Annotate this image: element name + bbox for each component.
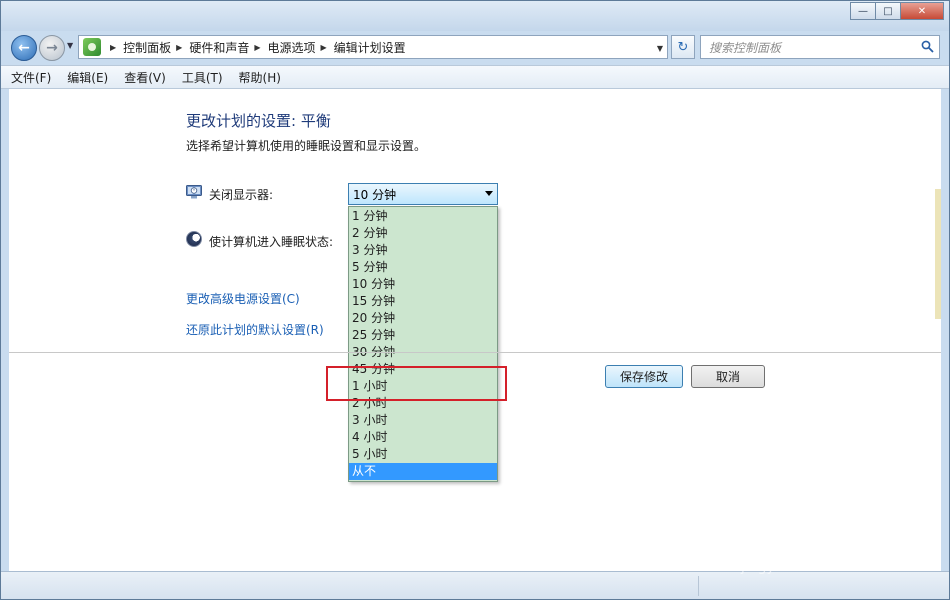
navigation-row: ← → ▼ ▶ 控制面板 ▶ 硬件和声音 ▶ 电源选项 ▶ 编辑计划设置 ▼ ↻… (1, 31, 949, 63)
control-panel-window: — □ ✕ ← → ▼ ▶ 控制面板 ▶ 硬件和声音 ▶ 电源选项 ▶ 编辑计划… (0, 0, 950, 600)
chevron-right-icon[interactable]: ▶ (254, 43, 260, 52)
title-bar[interactable]: — □ ✕ (1, 1, 949, 31)
search-input[interactable]: 搜索控制面板 (700, 35, 940, 59)
arrow-left-icon: ← (18, 40, 30, 56)
dropdown-option[interactable]: 3 小时 (349, 412, 497, 429)
forward-button[interactable]: → (39, 35, 65, 61)
save-button[interactable]: 保存修改 (605, 365, 683, 388)
display-off-value: 10 分钟 (353, 187, 397, 202)
cancel-button[interactable]: 取消 (691, 365, 765, 388)
side-edge (935, 189, 941, 319)
dropdown-option[interactable]: 5 小时 (349, 446, 497, 463)
dropdown-option[interactable]: 4 小时 (349, 429, 497, 446)
dropdown-option[interactable]: 1 分钟 (349, 208, 497, 225)
control-panel-icon (83, 38, 101, 56)
chevron-right-icon[interactable]: ▶ (176, 43, 182, 52)
breadcrumb-edit-plan[interactable]: 编辑计划设置 (334, 39, 406, 56)
monitor-clock-icon (186, 185, 202, 199)
watermark-url: jingyan.baidu.com (741, 559, 871, 575)
restore-defaults-link[interactable]: 还原此计划的默认设置(R) (186, 321, 324, 338)
search-icon[interactable] (921, 40, 934, 53)
display-off-combobox[interactable]: 10 分钟 (348, 183, 498, 205)
dropdown-option[interactable]: 25 分钟 (349, 327, 497, 344)
divider (9, 352, 941, 353)
dropdown-option[interactable]: 5 分钟 (349, 259, 497, 276)
menu-view[interactable]: 查看(V) (124, 69, 166, 86)
search-placeholder: 搜索控制面板 (709, 40, 782, 55)
breadcrumb-hardware-sound[interactable]: 硬件和声音 (189, 39, 249, 56)
chevron-right-icon[interactable]: ▶ (321, 43, 327, 52)
minimize-button[interactable]: — (850, 2, 876, 20)
menu-edit[interactable]: 编辑(E) (67, 69, 108, 86)
arrow-right-icon: → (46, 40, 58, 56)
display-off-label: 关闭显示器: (209, 188, 274, 202)
dropdown-option[interactable]: 3 分钟 (349, 242, 497, 259)
dropdown-option[interactable]: 10 分钟 (349, 276, 497, 293)
content-area: 更改计划的设置: 平衡 选择希望计算机使用的睡眠设置和显示设置。 关闭显示器: … (9, 89, 941, 571)
dropdown-option[interactable]: 20 分钟 (349, 310, 497, 327)
display-off-options-list[interactable]: 1 分钟 2 分钟 3 分钟 5 分钟 10 分钟 15 分钟 20 分钟 25 分钟 30 分… (348, 206, 498, 482)
refresh-icon: ↻ (677, 39, 689, 55)
sleep-label: 使计算机进入睡眠状态: (209, 235, 334, 249)
chevron-right-icon[interactable]: ▶ (110, 43, 116, 52)
page-title: 更改计划的设置: 平衡 (186, 112, 331, 130)
menu-file[interactable]: 文件(F) (11, 69, 51, 86)
refresh-button[interactable]: ↻ (671, 35, 695, 59)
page-description: 选择希望计算机使用的睡眠设置和显示设置。 (186, 139, 427, 153)
menu-bar: 文件(F) 编辑(E) 查看(V) 工具(T) 帮助(H) (1, 65, 949, 89)
annotation-highlight-box (326, 366, 507, 401)
moon-icon (186, 231, 202, 247)
recent-pages-dropdown[interactable]: ▼ (67, 41, 73, 50)
chevron-down-icon[interactable]: ▼ (657, 44, 663, 53)
dropdown-option[interactable]: 从不 (349, 463, 497, 480)
breadcrumb-control-panel[interactable]: 控制面板 (123, 39, 171, 56)
close-button[interactable]: ✕ (900, 2, 944, 20)
status-divider (698, 576, 699, 596)
window-controls: — □ ✕ (850, 2, 944, 20)
maximize-button[interactable]: □ (875, 2, 901, 20)
back-button[interactable]: ← (11, 35, 37, 61)
menu-help[interactable]: 帮助(H) (239, 69, 281, 86)
minimize-icon: — (858, 5, 868, 17)
maximize-icon: □ (883, 5, 893, 17)
advanced-power-settings-link[interactable]: 更改高级电源设置(C) (186, 290, 300, 307)
menu-tools[interactable]: 工具(T) (182, 69, 223, 86)
watermark-brand: Baidu经验 (729, 525, 893, 560)
baidu-watermark: Baidu经验 jingyan.baidu.com (729, 509, 909, 589)
address-bar[interactable]: ▶ 控制面板 ▶ 硬件和声音 ▶ 电源选项 ▶ 编辑计划设置 ▼ (78, 35, 668, 59)
breadcrumb-power-options[interactable]: 电源选项 (268, 39, 316, 56)
close-icon: ✕ (917, 5, 927, 17)
dropdown-option[interactable]: 15 分钟 (349, 293, 497, 310)
chevron-down-icon[interactable] (485, 191, 493, 196)
dropdown-option[interactable]: 2 分钟 (349, 225, 497, 242)
